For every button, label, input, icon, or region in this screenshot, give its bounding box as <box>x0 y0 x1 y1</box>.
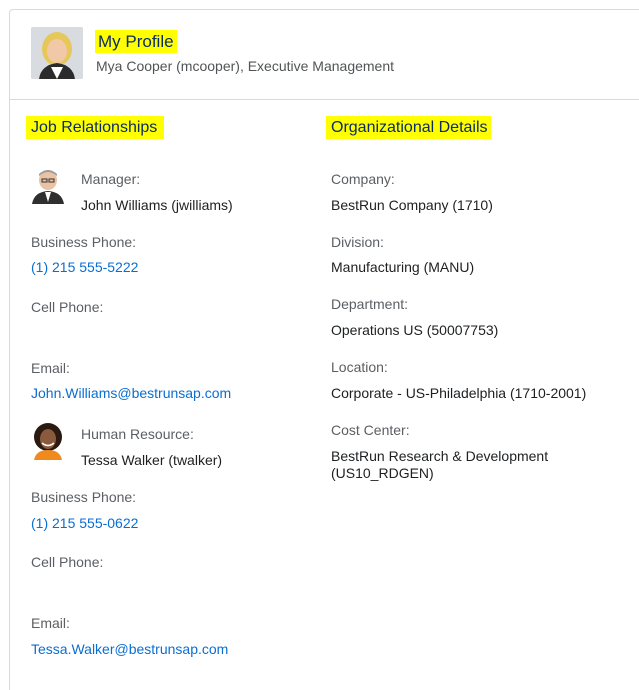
manager-email-link[interactable]: John.Williams@bestrunsap.com <box>31 385 231 401</box>
manager-business-phone-link[interactable]: (1) 215 555-5222 <box>31 259 138 275</box>
hr-email-label: Email: <box>31 615 70 631</box>
manager-role-label: Manager: <box>81 171 141 187</box>
location-label: Location: <box>331 359 388 375</box>
hr-email-link[interactable]: Tessa.Walker@bestrunsap.com <box>31 641 228 657</box>
job-relationships-heading-text: Job Relationships <box>26 116 165 139</box>
division-label: Division: <box>331 234 384 250</box>
manager-cell-phone-label: Cell Phone: <box>31 299 104 315</box>
profile-header: My Profile Mya Cooper (mcooper), Executi… <box>9 9 639 100</box>
division-value: Manufacturing (MANU) <box>331 259 475 275</box>
cost-center-value-line1: BestRun Research & Development <box>331 448 549 464</box>
hr-cell-phone-label: Cell Phone: <box>31 554 104 570</box>
location-value: Corporate - US-Philadelphia (1710-2001) <box>331 385 587 401</box>
hr-photo <box>30 422 66 460</box>
profile-subtitle: Mya Cooper (mcooper), Executive Manageme… <box>96 58 395 74</box>
profile-photo <box>31 27 83 79</box>
department-label: Department: <box>331 296 409 312</box>
hr-role-label: Human Resource: <box>81 426 194 442</box>
page-title-text: My Profile <box>95 30 177 53</box>
org-details-heading-text: Organizational Details <box>326 116 491 139</box>
manager-name: John Williams (jwilliams) <box>81 197 233 213</box>
company-label: Company: <box>331 171 395 187</box>
hr-business-phone-link[interactable]: (1) 215 555-0622 <box>31 515 138 531</box>
org-details-heading: Organizational Details <box>326 116 491 140</box>
page-title: My Profile <box>95 30 177 54</box>
company-value: BestRun Company (1710) <box>331 197 493 213</box>
department-value: Operations US (50007753) <box>331 322 499 338</box>
hr-avatar[interactable] <box>30 422 66 460</box>
manager-avatar[interactable] <box>30 166 66 204</box>
profile-avatar[interactable] <box>31 27 83 79</box>
hr-business-phone-label: Business Phone: <box>31 489 137 505</box>
job-relationships-heading: Job Relationships <box>26 116 165 140</box>
hr-name: Tessa Walker (twalker) <box>81 452 223 468</box>
manager-business-phone-label: Business Phone: <box>31 234 137 250</box>
cost-center-label: Cost Center: <box>331 422 410 438</box>
manager-email-label: Email: <box>31 360 70 376</box>
cost-center-value-line2: (US10_RDGEN) <box>331 465 434 481</box>
manager-photo <box>30 166 66 204</box>
profile-card <box>9 9 639 690</box>
